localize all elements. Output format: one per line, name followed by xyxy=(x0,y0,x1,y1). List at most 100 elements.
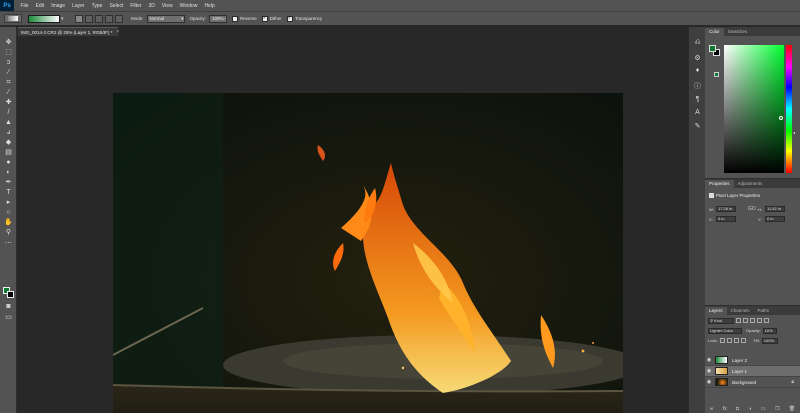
new-layer-icon[interactable]: ❐ xyxy=(775,406,779,412)
gradient-tool-icon[interactable]: ▤ xyxy=(3,148,14,157)
tab-properties[interactable]: Properties xyxy=(705,180,734,188)
tab-adjustments[interactable]: Adjustments xyxy=(734,180,767,188)
lock-transparent-icon[interactable] xyxy=(719,338,725,343)
shape-tool-icon[interactable]: ○ xyxy=(3,208,14,217)
menu-layer[interactable]: Layer xyxy=(69,3,89,9)
trash-icon[interactable]: 🗑︎ xyxy=(789,406,795,412)
menu-window[interactable]: Window xyxy=(176,3,201,9)
x-field[interactable]: X: 0 in xyxy=(709,216,736,222)
mode-select[interactable]: Normal ▾ xyxy=(146,14,185,23)
menu-select[interactable]: Select xyxy=(106,3,127,9)
layer-opacity-value[interactable]: 16% xyxy=(762,327,777,334)
info-panel-icon[interactable]: ⓘ xyxy=(692,82,703,91)
history-brush-tool-icon[interactable]: ⅎ xyxy=(3,128,14,137)
blur-tool-icon[interactable]: ● xyxy=(3,158,14,167)
angle-gradient-button[interactable] xyxy=(95,14,103,23)
tool-preset-picker[interactable] xyxy=(4,14,22,23)
more-tools-icon[interactable]: ⋯ xyxy=(3,239,14,248)
lasso-tool-icon[interactable]: ↄ xyxy=(3,58,14,67)
quick-select-tool-icon[interactable]: ⁄ xyxy=(3,68,14,77)
height-value[interactable]: 11.52 in xyxy=(765,206,785,212)
hue-slider[interactable] xyxy=(786,45,792,173)
x-value[interactable]: 0 in xyxy=(716,216,736,222)
pixel-filter-icon[interactable] xyxy=(736,318,741,323)
smart-object-filter-icon[interactable] xyxy=(764,318,769,323)
menu-image[interactable]: Image xyxy=(48,3,69,9)
brush-tool-icon[interactable]: / xyxy=(3,108,14,117)
document-tab[interactable]: IMG_0014-2.CR2 @ 25% (Layer 1, RGB/8*) *… xyxy=(18,27,119,36)
healing-brush-tool-icon[interactable]: ✚ xyxy=(3,98,14,107)
linear-gradient-button[interactable] xyxy=(75,14,83,23)
tab-paths[interactable]: Paths xyxy=(754,307,774,315)
menu-3d[interactable]: 3D xyxy=(145,3,158,9)
menu-view[interactable]: View xyxy=(158,3,176,9)
visibility-eye-icon[interactable]: ◉ xyxy=(705,368,713,374)
eyedropper-tool-icon[interactable]: ⁄ xyxy=(3,88,14,97)
marquee-tool-icon[interactable]: ⬚ xyxy=(3,48,14,57)
color-field[interactable] xyxy=(724,45,784,173)
lock-all-icon[interactable] xyxy=(740,338,746,343)
menu-type[interactable]: Type xyxy=(88,3,106,9)
color-picker-cursor[interactable] xyxy=(779,116,783,120)
link-icon[interactable]: GO xyxy=(748,206,756,212)
width-field[interactable]: W: 17.28 in xyxy=(709,206,736,212)
menu-help[interactable]: Help xyxy=(201,3,218,9)
tab-channels[interactable]: Channels xyxy=(727,307,754,315)
gradient-preview-swatch[interactable] xyxy=(28,14,60,23)
clone-source-icon[interactable]: ♦ xyxy=(692,66,703,75)
menu-file[interactable]: File xyxy=(17,3,32,9)
type-filter-icon[interactable] xyxy=(750,318,755,323)
fill-value[interactable]: 100% xyxy=(761,337,778,344)
opacity-input[interactable]: 100% › xyxy=(209,14,228,23)
history-panel-icon[interactable]: ⎌ xyxy=(692,38,703,47)
transparency-checkbox[interactable]: ✓ xyxy=(286,15,293,22)
visibility-eye-icon[interactable]: ◉ xyxy=(705,379,713,385)
type-tool-icon[interactable]: T xyxy=(3,188,14,197)
visibility-eye-icon[interactable]: ◉ xyxy=(705,357,713,363)
move-tool-icon[interactable]: ✥ xyxy=(3,38,14,47)
pen-tool-icon[interactable]: ✒ xyxy=(3,178,14,187)
group-folder-icon[interactable]: ▭ xyxy=(761,406,766,412)
reflected-gradient-button[interactable] xyxy=(105,14,113,23)
document-canvas[interactable] xyxy=(113,93,623,413)
gamut-color-swatch[interactable] xyxy=(714,72,719,77)
diamond-gradient-button[interactable] xyxy=(115,14,123,23)
adjustment-layer-icon[interactable]: ◑ xyxy=(748,406,751,412)
lock-image-icon[interactable] xyxy=(726,338,732,343)
tool-presets-icon[interactable]: ✎ xyxy=(692,122,703,131)
tab-color[interactable]: Color xyxy=(705,28,724,36)
blend-mode-select[interactable]: Lighter Color xyxy=(708,327,742,334)
link-layers-icon[interactable]: ∞ xyxy=(710,406,714,412)
character-panel-icon[interactable]: A xyxy=(692,108,703,117)
reverse-checkbox[interactable] xyxy=(232,15,239,22)
eraser-tool-icon[interactable]: ◆ xyxy=(3,138,14,147)
hand-tool-icon[interactable]: ✋ xyxy=(3,218,14,227)
crop-tool-icon[interactable]: ⌗ xyxy=(3,78,14,87)
brush-panel-icon[interactable]: ⚙ xyxy=(692,54,703,63)
layer-mask-icon[interactable]: ◘ xyxy=(736,406,739,412)
clone-stamp-tool-icon[interactable]: ▲ xyxy=(3,118,14,127)
menu-filter[interactable]: Filter xyxy=(127,3,145,9)
dither-checkbox[interactable]: ✓ xyxy=(261,15,268,22)
quick-mask-icon[interactable]: ◙ xyxy=(3,302,14,311)
shape-filter-icon[interactable] xyxy=(757,318,762,323)
layer-row-background[interactable]: ◉ Background 🔒︎ xyxy=(705,377,800,388)
close-icon[interactable]: × xyxy=(116,29,119,35)
chevron-down-icon[interactable]: ▾ xyxy=(61,16,67,22)
foreground-color-swatch[interactable] xyxy=(709,45,716,52)
screen-mode-icon[interactable]: ▭ xyxy=(3,313,14,322)
y-value[interactable]: 0 in xyxy=(765,216,785,222)
height-field[interactable]: H: 11.52 in xyxy=(758,206,785,212)
paragraph-panel-icon[interactable]: ¶ xyxy=(692,95,703,104)
y-field[interactable]: Y: 0 in xyxy=(758,216,785,222)
tab-swatches[interactable]: Swatches xyxy=(724,28,752,36)
tab-layers[interactable]: Layers xyxy=(705,307,727,315)
adjustment-filter-icon[interactable] xyxy=(743,318,748,323)
zoom-tool-icon[interactable]: ⚲ xyxy=(3,228,14,237)
lock-position-icon[interactable] xyxy=(733,338,739,343)
layer-style-icon[interactable]: fx xyxy=(723,406,727,412)
dodge-tool-icon[interactable]: ◐ xyxy=(3,168,14,177)
hue-slider-marker-icon[interactable]: ◂ xyxy=(793,130,795,135)
background-color-swatch[interactable] xyxy=(7,291,14,298)
path-selection-tool-icon[interactable]: ▸ xyxy=(3,198,14,207)
